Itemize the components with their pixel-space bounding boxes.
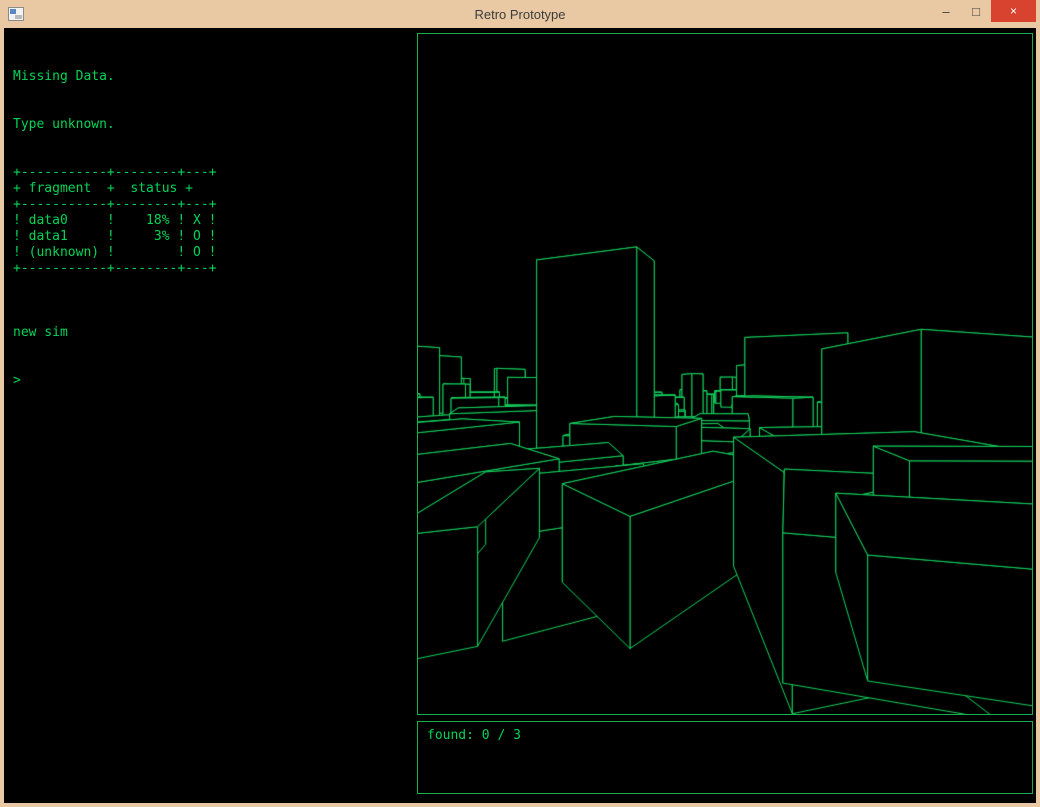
app-icon[interactable]: [8, 7, 24, 21]
status-panel: found: 0 / 3: [417, 721, 1033, 794]
titlebar[interactable]: Retro Prototype – □ ×: [0, 0, 1040, 28]
minimize-icon: –: [942, 4, 949, 19]
window-controls: – □ ×: [931, 0, 1040, 28]
minimize-button[interactable]: –: [931, 0, 961, 22]
window-title: Retro Prototype: [0, 7, 1040, 22]
viewport-panel: [417, 33, 1033, 715]
close-icon: ×: [1010, 4, 1017, 18]
maximize-button[interactable]: □: [961, 0, 991, 22]
wireframe-canvas[interactable]: [418, 34, 1032, 714]
terminal-line-missing-data: Missing Data.: [13, 69, 217, 85]
app-window: Retro Prototype – □ × Missing Data. Type…: [0, 0, 1040, 807]
close-button[interactable]: ×: [991, 0, 1036, 22]
terminal-prompt[interactable]: >: [13, 373, 217, 389]
client-area: Missing Data. Type unknown. +-----------…: [0, 28, 1040, 807]
terminal-command: new sim: [13, 325, 217, 341]
terminal-panel: Missing Data. Type unknown. +-----------…: [13, 37, 217, 421]
found-counter: found: 0 / 3: [427, 728, 521, 743]
terminal-line-type-unknown: Type unknown.: [13, 117, 217, 133]
fragment-status-table: +-----------+--------+---+ + fragment + …: [13, 165, 217, 277]
maximize-icon: □: [972, 4, 980, 19]
